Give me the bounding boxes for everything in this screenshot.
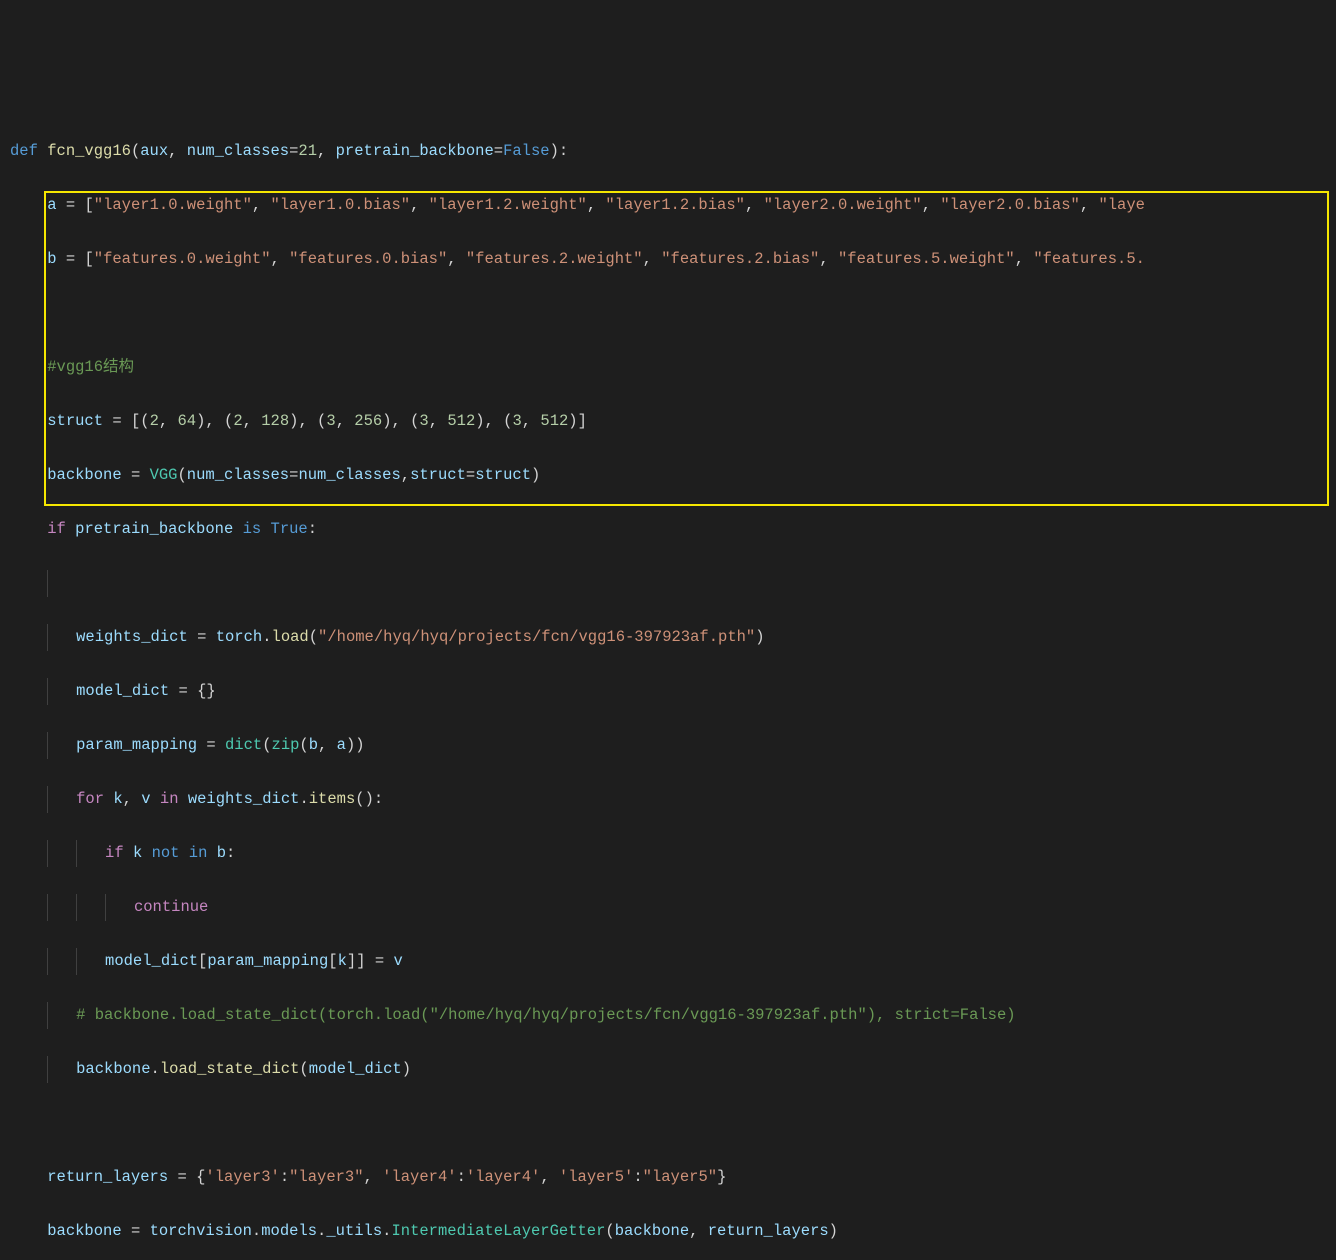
comment: #vgg16结构: [47, 358, 134, 376]
string-path: "/home/hyq/hyq/projects/fcn/vgg16-397923…: [318, 628, 755, 646]
var-a: a: [47, 196, 56, 214]
code-line[interactable]: if k not in b:: [10, 840, 1326, 867]
code-line[interactable]: weights_dict = torch.load("/home/hyq/hyq…: [10, 624, 1326, 651]
code-line[interactable]: return_layers = {'layer3':"layer3", 'lay…: [10, 1164, 1326, 1191]
param: num_classes: [187, 142, 289, 160]
var-model-dict: model_dict: [76, 682, 169, 700]
var-b: b: [47, 250, 56, 268]
code-line[interactable]: model_dict = {}: [10, 678, 1326, 705]
param: aux: [140, 142, 168, 160]
keyword-if: if: [47, 520, 66, 538]
code-line[interactable]: backbone = VGG(num_classes=num_classes,s…: [10, 462, 1326, 489]
keyword-continue: continue: [134, 898, 208, 916]
code-line[interactable]: backbone = torchvision.models._utils.Int…: [10, 1218, 1326, 1245]
const-false: False: [503, 142, 550, 160]
class-ilg: IntermediateLayerGetter: [391, 1222, 605, 1240]
var-return-layers: return_layers: [47, 1168, 168, 1186]
code-line[interactable]: model_dict[param_mapping[k]] = v: [10, 948, 1326, 975]
code-line[interactable]: def fcn_vgg16(aux, num_classes=21, pretr…: [10, 138, 1326, 165]
code-line-blank[interactable]: [10, 570, 1326, 597]
code-line-blank[interactable]: [10, 1110, 1326, 1137]
var-struct: struct: [47, 412, 103, 430]
code-line[interactable]: #vgg16结构: [10, 354, 1326, 381]
const-true: True: [271, 520, 308, 538]
code-line[interactable]: continue: [10, 894, 1326, 921]
code-editor[interactable]: def fcn_vgg16(aux, num_classes=21, pretr…: [10, 111, 1326, 1260]
code-line[interactable]: for k, v in weights_dict.items():: [10, 786, 1326, 813]
code-line[interactable]: a = ["layer1.0.weight", "layer1.0.bias",…: [10, 192, 1326, 219]
keyword-if: if: [105, 844, 124, 862]
var-weights-dict: weights_dict: [76, 628, 188, 646]
comment: # backbone.load_state_dict(torch.load("/…: [76, 1006, 1015, 1024]
keyword-for: for: [76, 790, 104, 808]
class-vgg: VGG: [150, 466, 178, 484]
number: 21: [298, 142, 317, 160]
code-line[interactable]: struct = [(2, 64), (2, 128), (3, 256), (…: [10, 408, 1326, 435]
code-line[interactable]: if pretrain_backbone is True:: [10, 516, 1326, 543]
keyword-def: def: [10, 142, 38, 160]
code-line[interactable]: param_mapping = dict(zip(b, a)): [10, 732, 1326, 759]
code-line[interactable]: # backbone.load_state_dict(torch.load("/…: [10, 1002, 1326, 1029]
var-backbone: backbone: [47, 466, 121, 484]
code-line-blank[interactable]: [10, 300, 1326, 327]
code-line[interactable]: backbone.load_state_dict(model_dict): [10, 1056, 1326, 1083]
param: pretrain_backbone: [336, 142, 494, 160]
var-param-mapping: param_mapping: [76, 736, 197, 754]
func-name: fcn_vgg16: [47, 142, 131, 160]
code-line[interactable]: b = ["features.0.weight", "features.0.bi…: [10, 246, 1326, 273]
